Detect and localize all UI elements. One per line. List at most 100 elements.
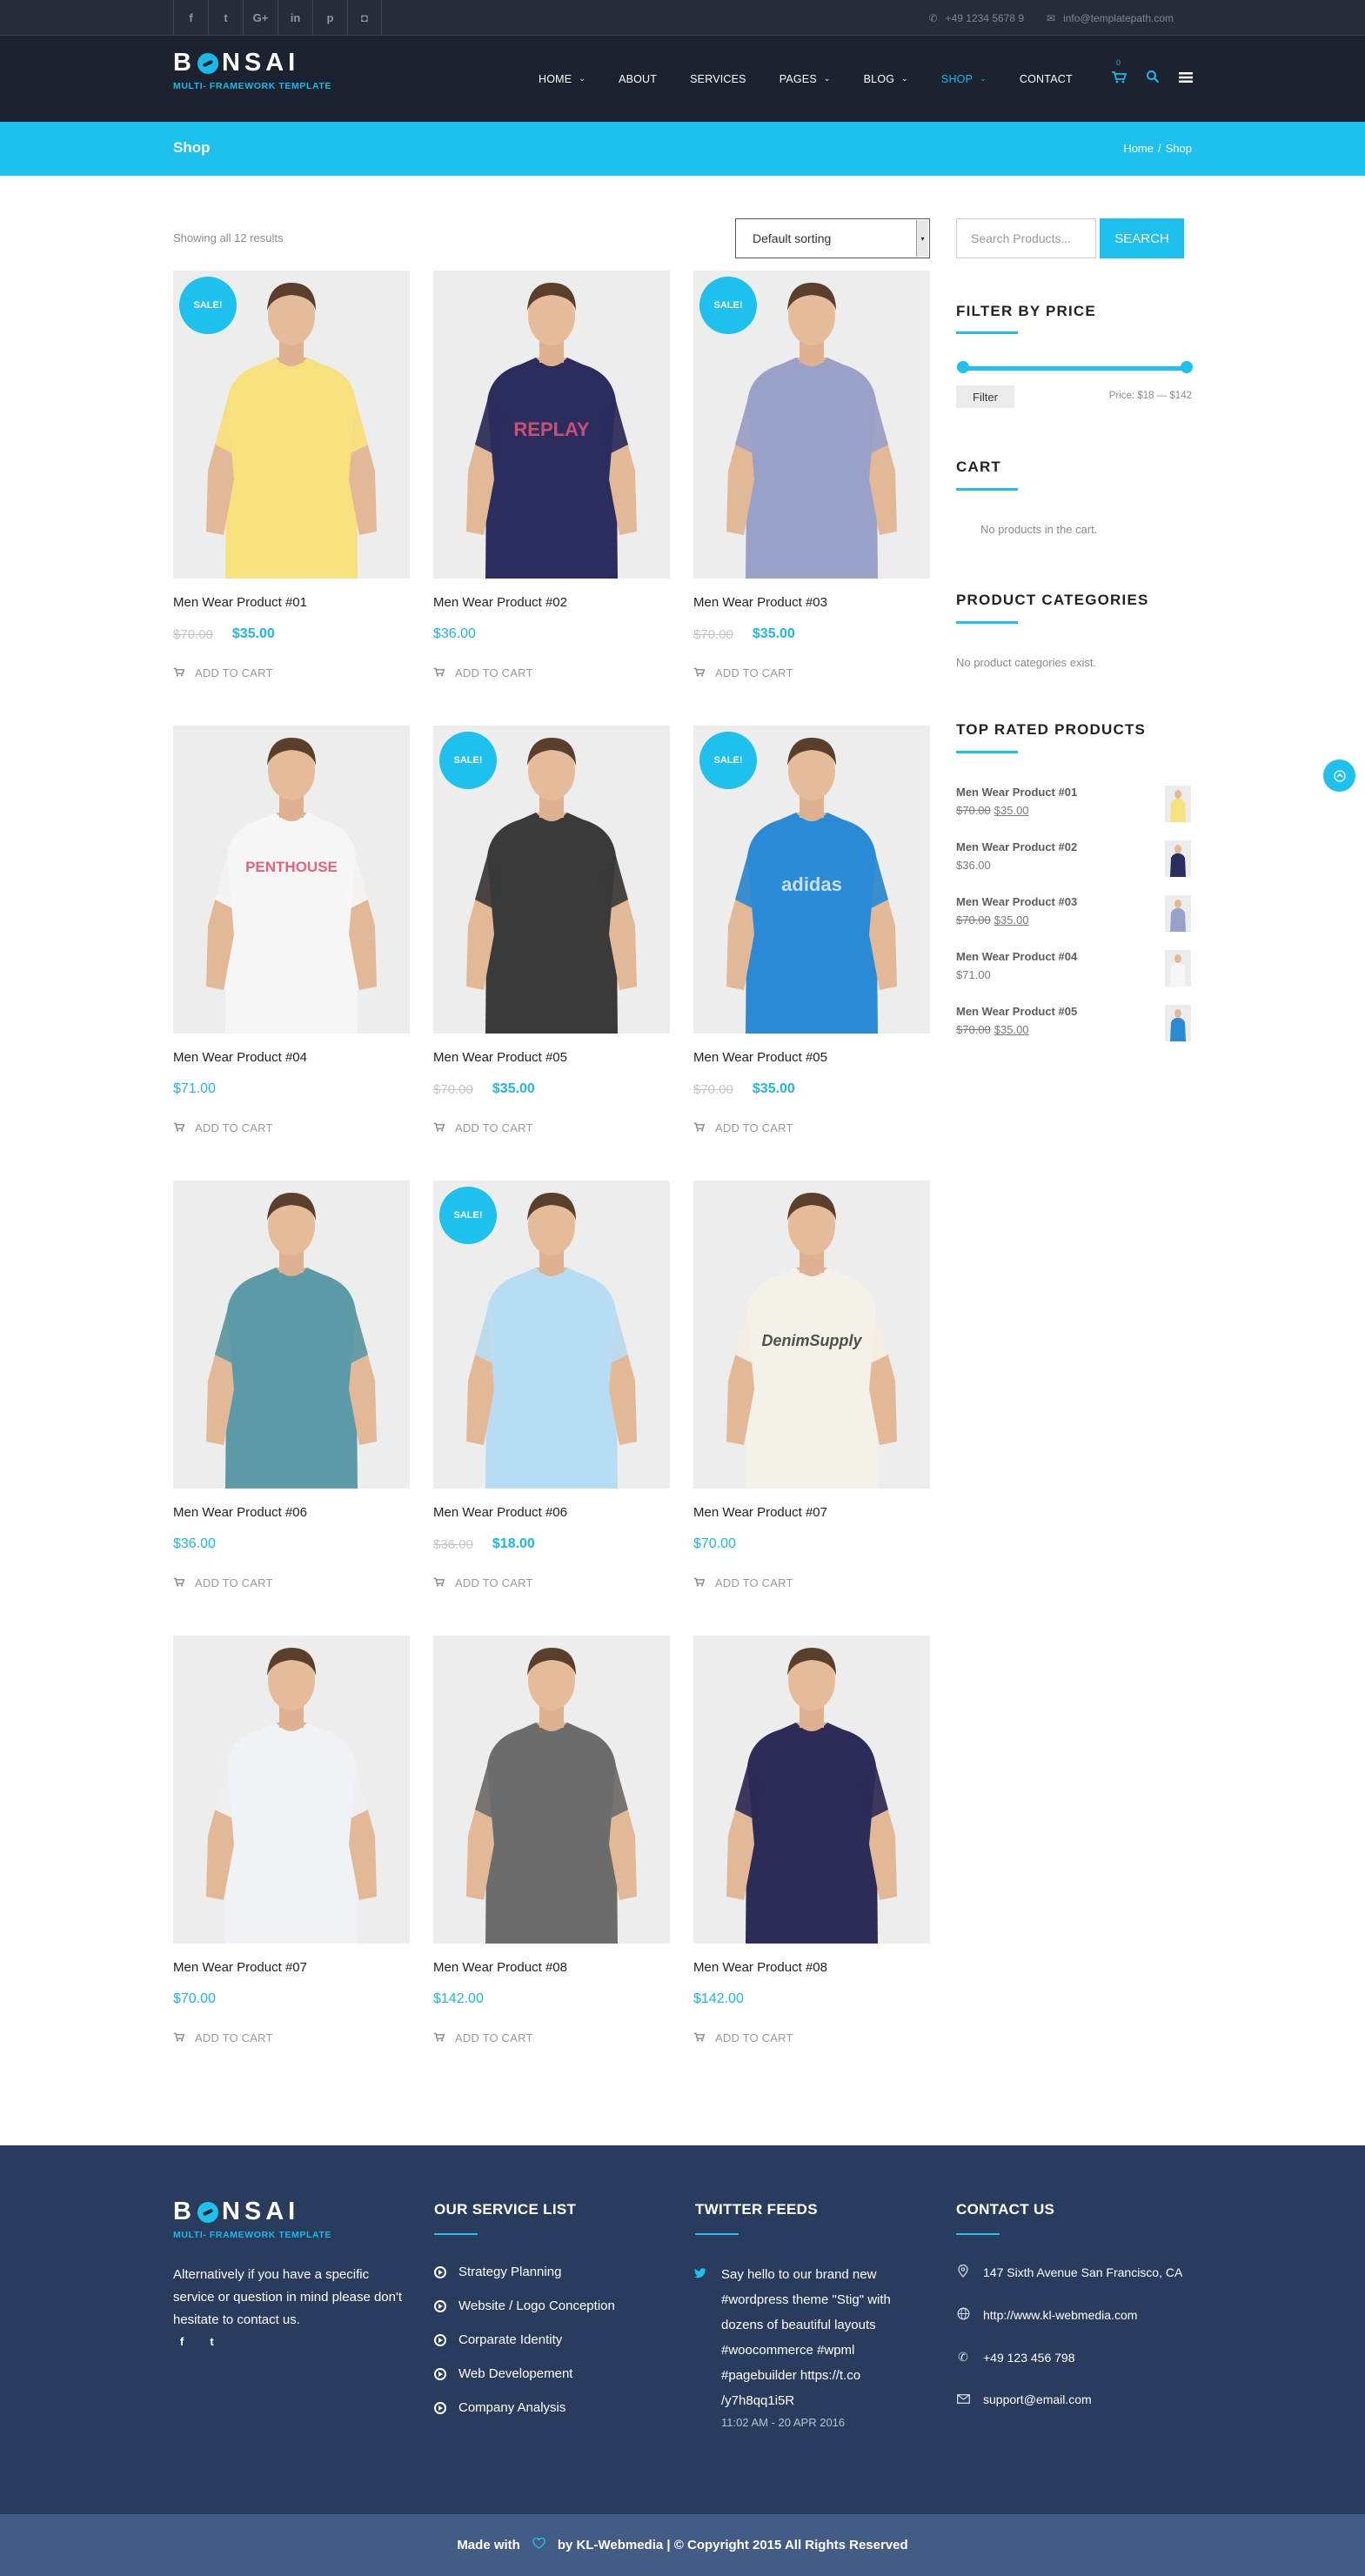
top-rated-name[interactable]: Men Wear Product #05 (956, 1005, 1191, 1018)
top-rated-name[interactable]: Men Wear Product #01 (956, 786, 1191, 799)
product-image[interactable]: DenimSupply (693, 1181, 930, 1489)
linkedin-icon[interactable]: in (278, 0, 312, 36)
product-image[interactable]: SALE! (173, 271, 410, 579)
pinterest-icon[interactable]: p (312, 0, 347, 36)
nav-shop[interactable]: SHOP ⌄ (941, 73, 987, 85)
product-card[interactable]: DenimSupply Men Wear Product #07 $70.00 … (693, 1181, 930, 1589)
product-image[interactable]: REPLAY (433, 271, 670, 579)
product-name[interactable]: Men Wear Product #03 (693, 595, 930, 610)
nav-contact[interactable]: CONTACT (1020, 73, 1073, 85)
product-search-input[interactable] (956, 218, 1096, 258)
add-to-cart-button[interactable]: ADD TO CART (173, 666, 410, 679)
product-card[interactable]: Men Wear Product #08 $142.00 ADD TO CART (693, 1636, 930, 2044)
product-image[interactable] (173, 1181, 410, 1489)
sort-dropdown[interactable]: Default sorting ▾ (735, 218, 930, 258)
service-item[interactable]: Website / Logo Conception (434, 2298, 615, 2313)
tweet-text[interactable]: Say hello to our brand new #wordpress th… (721, 2262, 904, 2413)
product-image[interactable] (693, 1636, 930, 1944)
product-name[interactable]: Men Wear Product #01 (173, 595, 410, 610)
instagram-icon[interactable]: ◘ (347, 0, 382, 36)
top-rated-thumbnail[interactable] (1165, 786, 1191, 822)
add-to-cart-button[interactable]: ADD TO CART (173, 1121, 410, 1134)
top-rated-name[interactable]: Men Wear Product #02 (956, 840, 1191, 853)
product-image[interactable] (173, 1636, 410, 1944)
search-icon[interactable] (1146, 70, 1160, 88)
product-image[interactable]: SALE! (433, 726, 670, 1034)
product-card[interactable]: Men Wear Product #08 $142.00 ADD TO CART (433, 1636, 670, 2044)
contact-email[interactable]: support@email.com (956, 2392, 1092, 2406)
product-card[interactable]: SALE! Men Wear Product #01 $70.00 $35.00 (173, 271, 410, 679)
product-name[interactable]: Men Wear Product #05 (693, 1050, 930, 1065)
product-name[interactable]: Men Wear Product #07 (693, 1505, 930, 1520)
top-rated-item[interactable]: Men Wear Product #03 $70.00 $35.00 (956, 895, 1191, 939)
nav-services[interactable]: SERVICES (690, 73, 746, 85)
product-image[interactable]: SALE! (693, 271, 930, 579)
top-rated-item[interactable]: Men Wear Product #02 $36.00 (956, 840, 1191, 884)
product-card[interactable]: SALE! Men Wear Product #06 $36.00 $18.00 (433, 1181, 670, 1589)
product-name[interactable]: Men Wear Product #07 (173, 1960, 410, 1975)
top-rated-name[interactable]: Men Wear Product #03 (956, 895, 1191, 908)
product-name[interactable]: Men Wear Product #02 (433, 595, 670, 610)
top-email[interactable]: info@templatepath.com (1063, 12, 1174, 24)
service-item[interactable]: Corparate Identity (434, 2332, 562, 2347)
twitter-icon[interactable]: t (208, 0, 243, 36)
top-rated-thumbnail[interactable] (1165, 840, 1191, 877)
hamburger-menu-icon[interactable] (1179, 69, 1193, 89)
top-rated-item[interactable]: Men Wear Product #01 $70.00 $35.00 (956, 786, 1191, 829)
product-card[interactable]: SALE! Men Wear Product #03 $70.00 $35.00 (693, 271, 930, 679)
product-card[interactable]: Men Wear Product #07 $70.00 ADD TO CART (173, 1636, 410, 2044)
add-to-cart-button[interactable]: ADD TO CART (433, 2031, 670, 2044)
product-image[interactable]: SALE! adidas (693, 726, 930, 1034)
top-rated-thumbnail[interactable] (1165, 1005, 1191, 1041)
nav-home[interactable]: HOME ⌄ (539, 73, 585, 85)
product-card[interactable]: REPLAY Men Wear Product #02 $36.00 ADD T… (433, 271, 670, 679)
facebook-icon[interactable]: f (180, 2335, 184, 2348)
scroll-to-top-button[interactable] (1323, 759, 1355, 792)
breadcrumb-home[interactable]: Home (1123, 142, 1154, 155)
product-card[interactable]: PENTHOUSE Men Wear Product #04 $71.00 AD… (173, 726, 410, 1134)
price-slider-min-handle[interactable] (957, 361, 969, 373)
footer-logo[interactable]: B NSAI MULTI- FRAMEWORK TEMPLATE (173, 2198, 331, 2240)
product-card[interactable]: SALE! adidas Men Wear Product #05 $70.00… (693, 726, 930, 1134)
nav-about[interactable]: ABOUT (619, 73, 657, 85)
product-name[interactable]: Men Wear Product #08 (433, 1960, 670, 1975)
google-plus-icon[interactable]: G+ (243, 0, 278, 36)
filter-button[interactable]: Filter (956, 385, 1014, 408)
price-slider-track[interactable] (962, 366, 1187, 371)
product-image[interactable]: PENTHOUSE (173, 726, 410, 1034)
service-item[interactable]: Company Analysis (434, 2400, 565, 2415)
add-to-cart-button[interactable]: ADD TO CART (693, 666, 930, 679)
twitter-icon[interactable]: t (210, 2335, 213, 2348)
cart-icon[interactable]: 0 (1111, 58, 1127, 88)
top-rated-item[interactable]: Men Wear Product #05 $70.00 $35.00 (956, 1005, 1191, 1048)
top-rated-name[interactable]: Men Wear Product #04 (956, 950, 1191, 963)
add-to-cart-button[interactable]: ADD TO CART (693, 1121, 930, 1134)
product-card[interactable]: SALE! Men Wear Product #05 $70.00 $35.00 (433, 726, 670, 1134)
add-to-cart-button[interactable]: ADD TO CART (433, 1576, 670, 1589)
add-to-cart-button[interactable]: ADD TO CART (693, 1576, 930, 1589)
contact-website[interactable]: http://www.kl-webmedia.com (956, 2307, 1137, 2323)
product-name[interactable]: Men Wear Product #04 (173, 1050, 410, 1065)
search-button[interactable]: SEARCH (1100, 218, 1184, 258)
service-item[interactable]: Web Developement (434, 2366, 572, 2381)
price-slider-max-handle[interactable] (1181, 361, 1193, 373)
add-to-cart-button[interactable]: ADD TO CART (173, 2031, 410, 2044)
nav-pages[interactable]: PAGES ⌄ (780, 73, 831, 85)
facebook-icon[interactable]: f (173, 0, 208, 36)
add-to-cart-button[interactable]: ADD TO CART (173, 1576, 410, 1589)
product-name[interactable]: Men Wear Product #08 (693, 1960, 930, 1975)
top-rated-item[interactable]: Men Wear Product #04 $71.00 (956, 950, 1191, 994)
product-name[interactable]: Men Wear Product #05 (433, 1050, 670, 1065)
product-image[interactable]: SALE! (433, 1181, 670, 1489)
product-image[interactable] (433, 1636, 670, 1944)
service-item[interactable]: Strategy Planning (434, 2265, 561, 2279)
product-name[interactable]: Men Wear Product #06 (433, 1505, 670, 1520)
top-rated-thumbnail[interactable] (1165, 950, 1191, 987)
add-to-cart-button[interactable]: ADD TO CART (433, 1121, 670, 1134)
product-name[interactable]: Men Wear Product #06 (173, 1505, 410, 1520)
top-rated-thumbnail[interactable] (1165, 895, 1191, 932)
add-to-cart-button[interactable]: ADD TO CART (433, 666, 670, 679)
add-to-cart-button[interactable]: ADD TO CART (693, 2031, 930, 2044)
nav-blog[interactable]: BLOG ⌄ (864, 73, 908, 85)
logo[interactable]: B NSAI MULTI- FRAMEWORK TEMPLATE (173, 49, 331, 91)
